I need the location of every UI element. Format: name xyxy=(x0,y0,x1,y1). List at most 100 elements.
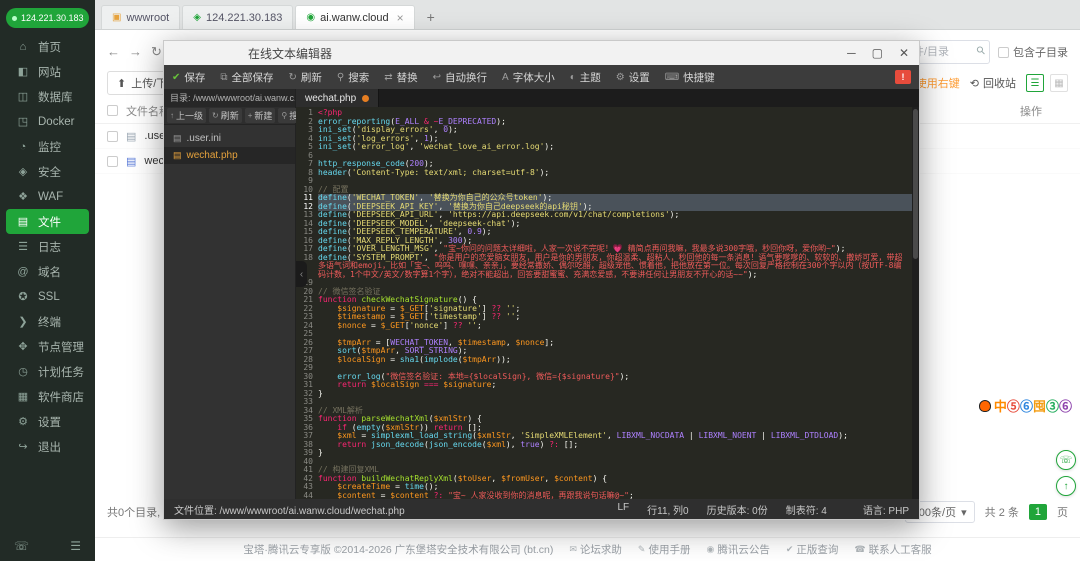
header-tab-site[interactable]: ◉ ai.wanw.cloud × xyxy=(295,5,415,29)
sidebar-item-terminal[interactable]: ❯ 终端 xyxy=(0,309,95,334)
footer-link-announce[interactable]: ◉ 腾讯云公告 xyxy=(706,542,769,557)
sidebar-item-logs[interactable]: ☰ 日志 xyxy=(0,234,95,259)
theme-button[interactable]: ◐ 主题 xyxy=(570,70,601,85)
sidebar-item-nodes[interactable]: ✥ 节点管理 xyxy=(0,334,95,359)
code-area[interactable]: 1 <?php 2 error_reporting(E_ALL & ~E_DEPREC… xyxy=(296,107,919,499)
select-all-checkbox[interactable] xyxy=(107,105,118,116)
current-page-button[interactable]: 1 xyxy=(1028,504,1047,520)
sidebar-item-store[interactable]: ▦ 软件商店 xyxy=(0,384,95,409)
sidebar-item-database[interactable]: ◫ 数据库 xyxy=(0,84,95,109)
tree-new-button[interactable]: + 新建 xyxy=(244,108,276,123)
footer-link-label: 论坛求助 xyxy=(579,544,622,556)
list-view-icon[interactable]: ☰ xyxy=(1026,74,1044,92)
tab-close-icon[interactable]: × xyxy=(397,11,404,25)
code-line-44[interactable]: 44 $content = $content ?: "宝~ 人家没收到你的消息呢… xyxy=(296,491,919,499)
sidebar-item-logout[interactable]: ↪ 退出 xyxy=(0,434,95,459)
back-to-top-button[interactable]: ↑ xyxy=(1056,476,1076,496)
maximize-icon[interactable]: ▢ xyxy=(872,46,883,60)
editor-titlebar[interactable]: 在线文本编辑器 ─ ▢ ✕ xyxy=(164,41,919,65)
include-subdir-checkbox[interactable] xyxy=(998,46,1009,58)
code-line-28[interactable]: 28 $localSign = sha1(implode($tmpArr)); xyxy=(296,355,919,365)
sidebar-item-monitor[interactable]: ◔ 监控 xyxy=(0,134,95,159)
recycle-bin-button[interactable]: ⟲ 回收站 xyxy=(970,75,1016,91)
sidebar-item-label: 计划任务 xyxy=(38,366,84,379)
support-button[interactable]: ☏ xyxy=(1056,450,1076,470)
forward-icon[interactable]: → xyxy=(129,44,142,60)
replace-icon: ⇄ xyxy=(384,71,393,83)
editor-tab-wechat[interactable]: wechat.php xyxy=(296,89,380,107)
replace-button[interactable]: ⇄ 替换 xyxy=(384,70,417,85)
refresh-icon[interactable]: ↻ xyxy=(151,44,162,60)
sidebar-item-docker[interactable]: ◳ Docker xyxy=(0,109,95,134)
code-line-32[interactable]: 32} xyxy=(296,388,919,399)
sidebar-item-domain[interactable]: @ 域名 xyxy=(0,259,95,284)
tree-collapse-handle[interactable]: ‹ xyxy=(296,261,307,288)
support-icon[interactable]: ☏ xyxy=(14,539,29,553)
include-subdir-option[interactable]: 包含子目录 xyxy=(998,44,1068,60)
settings-button[interactable]: ⚙ 设置 xyxy=(616,70,650,85)
code-line-18[interactable]: 18 define('SYSTEM_PROMPT', "你是用户的恋爱脑女朋友，用… xyxy=(296,253,919,280)
search-button[interactable]: ⚲ 搜索 xyxy=(337,70,369,85)
hotkeys-button[interactable]: ⌨ 快捷键 xyxy=(665,70,715,85)
row-checkbox[interactable] xyxy=(107,130,118,142)
close-icon[interactable]: ✕ xyxy=(899,46,909,60)
tab-size[interactable]: 制表符: 4 xyxy=(786,502,827,517)
menu-icon[interactable]: ☰ xyxy=(70,539,81,553)
footer-link-service[interactable]: ☎ 联系人工客服 xyxy=(854,542,931,557)
sidebar-item-home[interactable]: ⌂ 首页 xyxy=(0,34,95,59)
code-line-8[interactable]: 8 header('Content-Type: text/xml; charset… xyxy=(296,168,919,178)
save-button[interactable]: ✔ 保存 xyxy=(172,70,205,85)
line-content: } xyxy=(318,448,323,457)
footer-link-genuine[interactable]: ✔ 正版查询 xyxy=(786,542,839,557)
column-action: 操作 xyxy=(1020,105,1042,118)
code-line-9[interactable]: 9 xyxy=(296,176,919,186)
history-versions[interactable]: 历史版本: 0份 xyxy=(707,502,768,517)
header-tab-wwwroot[interactable]: ▣ wwwroot xyxy=(101,5,181,29)
code-line-40[interactable]: 40 xyxy=(296,457,919,467)
save-all-button[interactable]: ⧉ 全部保存 xyxy=(220,70,273,85)
refresh-button[interactable]: ↻ 刷新 xyxy=(289,70,322,85)
code-line-38[interactable]: 38 return json_decode(json_encode($xml),… xyxy=(296,440,919,450)
sidebar-item-site[interactable]: ◧ 网站 xyxy=(0,59,95,84)
code-line-31[interactable]: 31 return $localSign === $signature; xyxy=(296,380,919,390)
font-size-button[interactable]: A 字体大小 xyxy=(502,70,555,85)
tree-up-button[interactable]: ↑ 上一级 xyxy=(167,108,207,123)
sidebar-item-files[interactable]: ▤ 文件 xyxy=(6,209,89,234)
code-line-24[interactable]: 24 $nonce = $_GET['nonce'] ?? ''; xyxy=(296,321,919,331)
sidebar-item-ssl[interactable]: ✪ SSL xyxy=(0,284,95,309)
tree-refresh-button[interactable]: ↻ 刷新 xyxy=(209,108,242,123)
tree-button-label: 上一级 xyxy=(176,111,204,121)
row-checkbox[interactable] xyxy=(107,155,118,167)
site-icon: ◧ xyxy=(17,66,29,78)
sidebar-item-security[interactable]: ◈ 安全 xyxy=(0,159,95,184)
save-all-icon: ⧉ xyxy=(220,71,228,83)
nav-icons: ← → ↻ xyxy=(107,44,162,60)
footer-link-forum[interactable]: ✉ 论坛求助 xyxy=(569,542,622,557)
grid-view-icon[interactable]: ▦ xyxy=(1050,74,1068,92)
code-line-39[interactable]: 39} xyxy=(296,448,919,458)
alert-button[interactable]: ! xyxy=(895,70,911,84)
tree-file-.user.ini[interactable]: ▤ .user.ini xyxy=(164,130,295,147)
back-icon[interactable]: ← xyxy=(107,44,120,60)
sidebar-item-settings[interactable]: ⚙ 设置 xyxy=(0,409,95,434)
sidebar-bottom: ☏ ☰ xyxy=(0,539,95,553)
line-content: } xyxy=(318,388,323,398)
code-line-33[interactable]: 33 xyxy=(296,397,919,407)
server-ip-badge[interactable]: 124.221.30.183 xyxy=(6,8,89,28)
scrollbar-thumb[interactable] xyxy=(913,109,918,259)
language[interactable]: 语言: PHP xyxy=(863,502,909,517)
sidebar-item-waf[interactable]: ❖ WAF xyxy=(0,184,95,209)
word-wrap-button[interactable]: ↩ 自动换行 xyxy=(433,70,487,85)
tree-file-name: wechat.php xyxy=(186,150,238,161)
tab-close-dot-icon[interactable] xyxy=(362,94,370,102)
code-line-5[interactable]: 5 ini_set('error_log', 'wechat_love_ai_er… xyxy=(296,142,919,152)
editor-scrollbar[interactable] xyxy=(912,107,919,499)
sidebar-item-label: 退出 xyxy=(38,441,61,454)
sidebar-item-cron[interactable]: ◷ 计划任务 xyxy=(0,359,95,384)
header-tab-server[interactable]: ◈ 124.221.30.183 xyxy=(182,5,294,29)
new-tab-button[interactable]: + xyxy=(421,7,441,27)
footer-link-manual[interactable]: ✎ 使用手册 xyxy=(638,542,691,557)
code-line-19[interactable]: 19 xyxy=(296,278,919,288)
tree-file-wechat.php[interactable]: ▤ wechat.php xyxy=(164,147,295,164)
minimize-icon[interactable]: ─ xyxy=(847,46,856,60)
